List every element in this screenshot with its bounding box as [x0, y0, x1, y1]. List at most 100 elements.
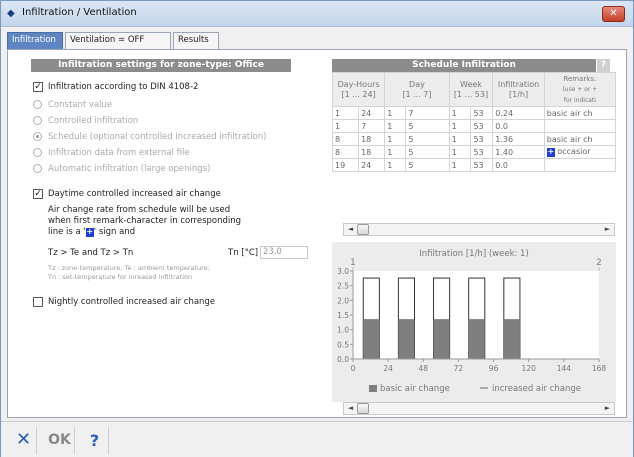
table-cell[interactable]: + occasior — [543, 145, 617, 159]
legend-basic-swatch — [369, 385, 377, 392]
table-cell[interactable]: 53 — [470, 119, 494, 133]
table-cell[interactable]: 1 — [448, 106, 472, 120]
table-cell[interactable]: 7 — [405, 106, 450, 120]
legend-basic-label: basic air change — [380, 384, 450, 394]
scroll-thumb[interactable] — [357, 224, 369, 235]
y-tick-label: 2.0 — [337, 296, 349, 305]
table-cell[interactable]: 53 — [470, 106, 494, 120]
table-cell[interactable]: 0.24 — [492, 106, 545, 120]
table-cell[interactable]: basic air ch — [543, 132, 617, 146]
table-cell[interactable]: 53 — [470, 145, 494, 159]
table-cell[interactable]: 1 — [331, 119, 360, 133]
radio-constant-value[interactable] — [33, 100, 42, 109]
chart-horizontal-scrollbar[interactable]: ◄ ► — [343, 402, 615, 415]
table-row[interactable]: 8 18 1 5 1 53 1.36 basic air ch — [331, 132, 617, 146]
x-tick-label: 96 — [489, 364, 499, 373]
table-cell[interactable]: 1.40 — [492, 145, 545, 159]
table-cell[interactable]: 1 — [384, 132, 407, 146]
table-cell[interactable]: 18 — [358, 132, 386, 146]
settings-section-title: Infiltration settings for zone-type: Off… — [31, 59, 291, 72]
daytime-description-line-1: Air change rate from schedule will be us… — [48, 205, 231, 215]
table-cell[interactable]: 7 — [358, 119, 386, 133]
table-cell[interactable]: 53 — [470, 158, 494, 172]
nightly-checkbox-label: Nightly controlled increased air change — [48, 297, 216, 307]
header-day-hours-line-2: [1 ... 24] — [341, 89, 376, 99]
table-cell[interactable]: basic air ch — [543, 106, 617, 120]
table-row[interactable]: 8 18 1 5 1 53 1.40 + occasior — [331, 145, 617, 159]
close-button[interactable]: ✕ — [602, 6, 625, 22]
tn-input[interactable]: 23.0 — [260, 246, 308, 259]
legend-line-2: Tn : set-temperature for inreased infilt… — [48, 273, 193, 281]
table-cell[interactable]: 1 — [448, 145, 472, 159]
schedule-table: Day-Hours [1 ... 24] Day [1 ... 7] Week [1 … — [331, 72, 617, 172]
header-infiltration: Infiltration [1/h] — [492, 72, 545, 107]
radio-constant-value-label: Constant value — [48, 100, 113, 110]
header-day-hours-line-1: Day-Hours — [337, 79, 380, 89]
scroll-right-arrow-icon[interactable]: ► — [602, 225, 613, 234]
help-button[interactable]: ? — [81, 427, 109, 454]
nightly-checkbox[interactable] — [33, 297, 43, 307]
table-cell[interactable]: 1.36 — [492, 132, 545, 146]
table-cell[interactable]: 1 — [384, 119, 407, 133]
condition-text: Tz > Te and Tz > Tn — [48, 248, 134, 258]
basic-air-change-bar — [398, 319, 415, 359]
app-icon: ◆ — [7, 8, 15, 19]
table-cell[interactable]: 1 — [448, 119, 472, 133]
radio-schedule[interactable] — [33, 132, 42, 141]
table-row[interactable]: 1 24 1 7 1 53 0.24 basic air ch — [331, 106, 617, 120]
table-cell[interactable]: 53 — [470, 132, 494, 146]
schedule-help-button[interactable]: ? — [597, 59, 610, 72]
table-cell[interactable]: 1 — [331, 106, 360, 120]
header-week: Week [1 ... 53] — [448, 72, 494, 107]
daytime-description-pre: line is a ' — [48, 227, 86, 237]
table-cell[interactable]: 0.0 — [492, 119, 545, 133]
chart-scroll-right-arrow-icon[interactable]: ► — [602, 404, 613, 413]
basic-air-change-bar — [503, 319, 520, 359]
table-cell[interactable]: 24 — [358, 106, 386, 120]
chart-scroll-thumb[interactable] — [357, 403, 369, 414]
table-row[interactable]: 19 24 1 5 1 53 0.0 — [331, 158, 617, 172]
tab-results[interactable]: Results — [173, 32, 219, 49]
table-cell[interactable]: 19 — [331, 158, 360, 172]
radio-automatic-infiltration[interactable] — [33, 164, 42, 173]
x-tick-label: 168 — [592, 364, 607, 373]
table-cell[interactable]: 24 — [358, 158, 386, 172]
daytime-description-post: ' sign and — [93, 227, 136, 237]
chart-scroll-left-arrow-icon[interactable]: ◄ — [345, 404, 356, 413]
y-tick-label: 1.0 — [337, 326, 349, 335]
y-tick-label: 0.0 — [337, 355, 349, 364]
table-cell[interactable]: 5 — [405, 132, 450, 146]
table-cell[interactable]: 5 — [405, 145, 450, 159]
ok-button[interactable]: OK — [45, 427, 75, 454]
table-cell[interactable]: 1 — [384, 106, 407, 120]
tab-infiltration[interactable]: Infiltration — [7, 32, 63, 49]
radio-controlled-infiltration[interactable] — [33, 116, 42, 125]
tab-ventilation[interactable]: Ventilation = OFF — [65, 32, 171, 49]
table-cell[interactable] — [543, 158, 617, 172]
cancel-button[interactable]: ✕ — [11, 427, 37, 454]
table-cell[interactable]: 1 — [384, 158, 407, 172]
table-row[interactable]: 1 7 1 5 1 53 0.0 — [331, 119, 617, 133]
scroll-left-arrow-icon[interactable]: ◄ — [345, 225, 356, 234]
table-cell[interactable] — [543, 119, 617, 133]
dialog-window: ◆ Infiltration / Ventilation ✕ Infiltrat… — [0, 0, 634, 457]
table-cell[interactable]: 1 — [384, 145, 407, 159]
table-cell[interactable]: 8 — [331, 132, 360, 146]
table-cell[interactable]: 0.0 — [492, 158, 545, 172]
radio-external-file[interactable] — [33, 148, 42, 157]
x-tick-label: 72 — [454, 364, 464, 373]
daytime-checkbox[interactable]: ✓ — [33, 189, 43, 199]
table-cell[interactable]: 1 — [448, 158, 472, 172]
table-cell[interactable]: 18 — [358, 145, 386, 159]
remark-text: occasior — [557, 147, 591, 156]
table-horizontal-scrollbar[interactable]: ◄ ► — [343, 223, 615, 236]
din-checkbox[interactable]: ✓ — [33, 82, 43, 92]
header-day-line-2: [1 ... 7] — [402, 89, 432, 99]
y-tick-label: 1.5 — [337, 311, 349, 320]
tn-label: Tn [°C] — [228, 248, 259, 258]
table-cell[interactable]: 5 — [405, 158, 450, 172]
table-cell[interactable]: 5 — [405, 119, 450, 133]
table-cell[interactable]: 1 — [448, 132, 472, 146]
header-remarks-line-1: Remarks: — [563, 74, 597, 83]
table-cell[interactable]: 8 — [331, 145, 360, 159]
